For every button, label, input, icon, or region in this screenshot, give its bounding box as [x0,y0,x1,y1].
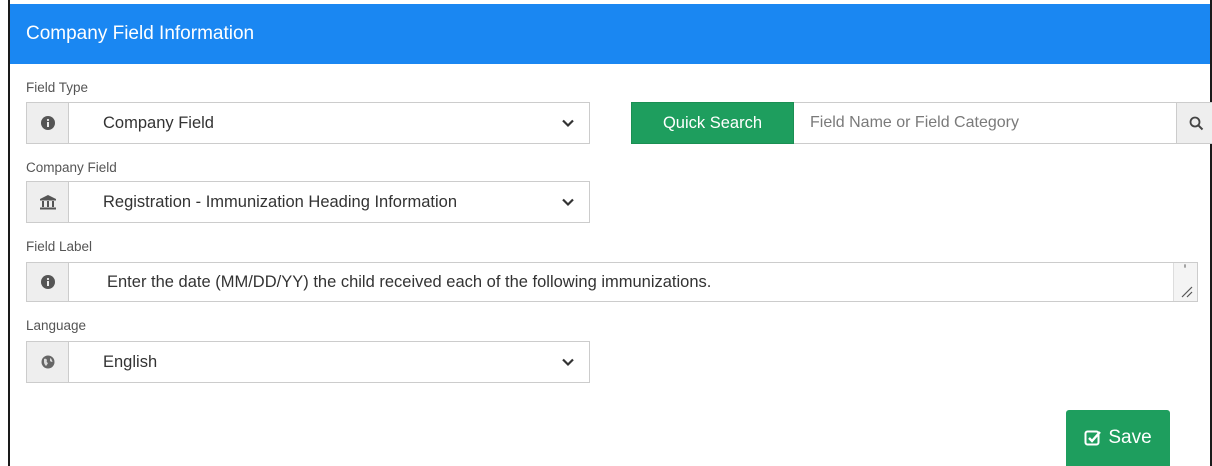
search-icon[interactable] [1176,102,1212,144]
field-label-label: Field Label [26,239,93,254]
check-square-icon [1084,430,1102,446]
save-button[interactable]: Save [1066,410,1170,466]
company-field-value: Registration - Immunization Heading Info… [103,192,458,211]
chevron-down-icon [562,119,574,128]
chevron-down-icon [562,198,574,207]
company-field-label: Company Field [26,160,117,175]
resize-handle[interactable] [1173,263,1197,301]
quick-search-button[interactable]: Quick Search [631,102,794,144]
language-label: Language [26,318,87,333]
panel-title: Company Field Information [10,4,1210,64]
bank-icon [27,182,69,222]
company-field-select[interactable]: Registration - Immunization Heading Info… [26,181,590,223]
field-type-value: Company Field [103,113,214,132]
field-label-textarea[interactable]: Enter the date (MM/DD/YY) the child rece… [26,262,1198,302]
field-type-select[interactable]: Company Field [26,102,590,144]
language-value: English [103,352,158,371]
save-label: Save [1108,427,1152,448]
chevron-down-icon [562,358,574,367]
info-circle-icon [27,263,69,301]
info-circle-icon [27,103,69,143]
globe-icon [27,342,69,382]
field-type-label: Field Type [26,80,89,95]
company-field-panel: Company Field Information Field Type Com… [8,0,1212,466]
language-select[interactable]: English [26,341,590,383]
quick-search-group: Quick Search [631,102,1212,144]
quick-search-input[interactable] [794,102,1176,144]
field-label-value: Enter the date (MM/DD/YY) the child rece… [107,272,712,291]
